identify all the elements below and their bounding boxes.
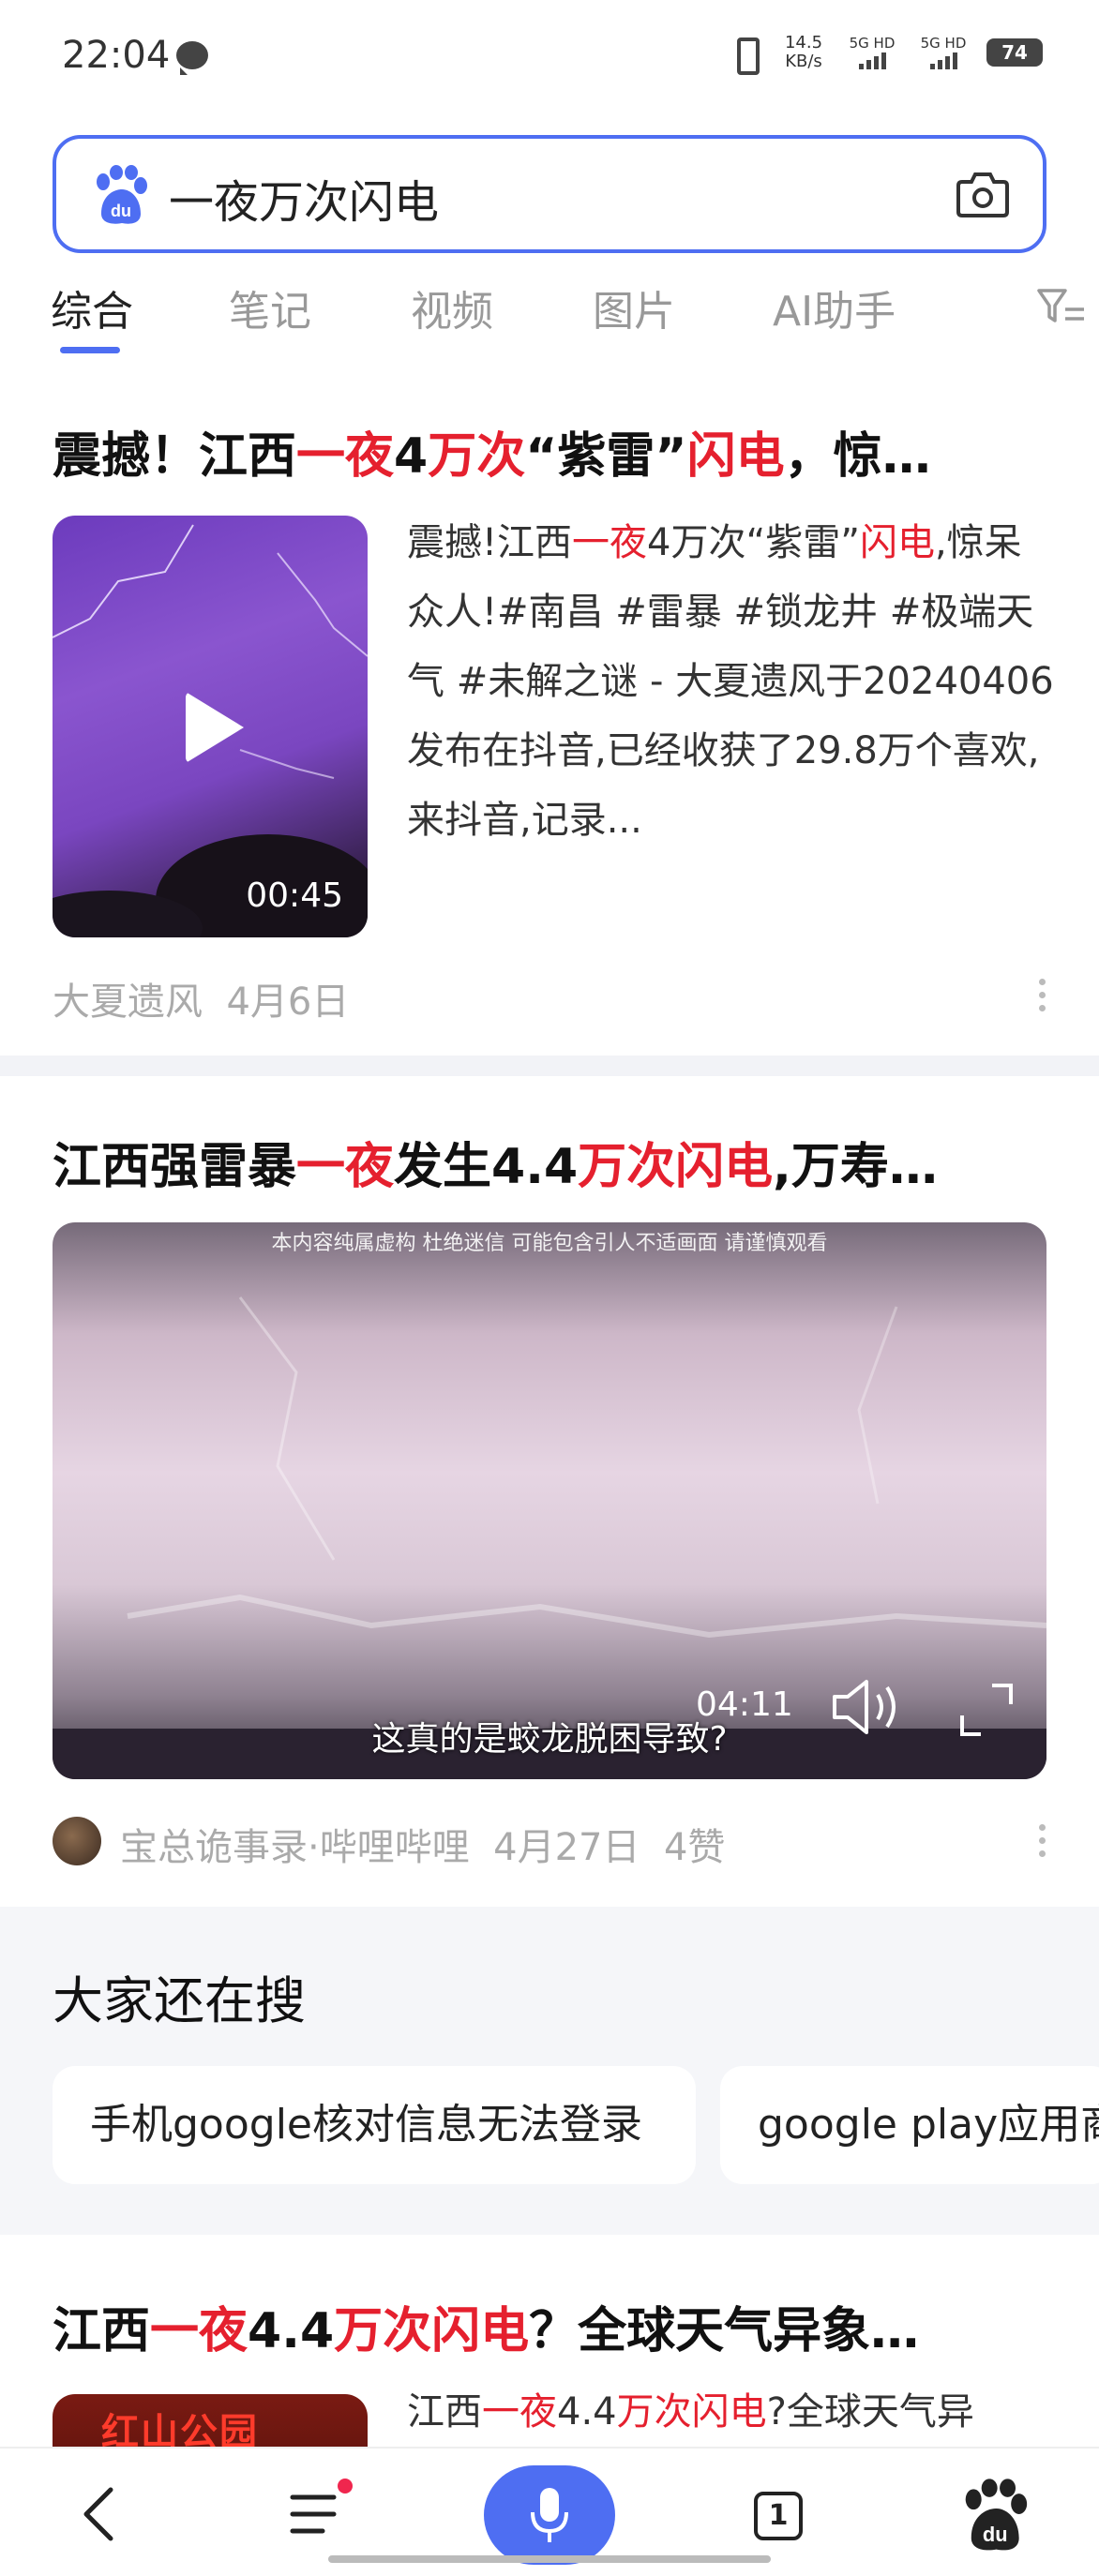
result-title[interactable]: 江西一夜4.4万次闪电？全球天气异象…	[53, 2291, 919, 2361]
network-speed-unit: KB/s	[785, 52, 822, 71]
battery-indicator: 74	[986, 38, 1043, 67]
tab-images[interactable]: 图片	[593, 277, 675, 337]
result-title-highlight: 一夜	[296, 428, 395, 485]
status-indicators: 14.5 KB/s 5G HD 5G HD 74	[726, 34, 1043, 75]
result-title-text: 4.4	[248, 2303, 335, 2359]
active-tab-indicator	[60, 347, 120, 353]
signal-1-label: 5G HD	[849, 35, 896, 52]
back-icon[interactable]	[64, 2477, 139, 2552]
result-title-text: 江西	[53, 2303, 151, 2359]
search-result-1[interactable]: 震撼！江西一夜4万次“紫雷”闪电，惊… 00:45 震撼!江西一夜4万次“紫雷”…	[0, 394, 1099, 1050]
status-bar: 22:04 14.5 KB/s 5G HD 5G HD 74	[0, 0, 1099, 112]
play-icon[interactable]	[186, 692, 244, 763]
snippet-text: 江西	[407, 2390, 482, 2434]
snippet-text: 4万次“紫雷”	[647, 521, 860, 564]
snippet-highlight: 万次闪电	[616, 2390, 767, 2434]
result-title-highlight: 一夜	[150, 2303, 248, 2359]
signal-2-label: 5G HD	[920, 35, 967, 52]
result-title-highlight: 闪电	[686, 428, 785, 485]
search-tabs: 综合 笔记 视频 图片 AI助手	[0, 277, 1099, 362]
snippet-text: 震撼!江西	[407, 521, 573, 564]
signal-2: 5G HD	[915, 36, 971, 69]
section-divider	[0, 1056, 1099, 1076]
related-search-chip[interactable]: 手机google核对信息无法登录	[53, 2066, 696, 2184]
baidu-paw-icon: du	[97, 165, 147, 224]
chat-bubble-icon	[176, 41, 208, 75]
snippet-text: 4.4	[557, 2390, 617, 2434]
related-searches-title: 大家还在搜	[53, 1971, 306, 2030]
result-title-highlight: 万次	[428, 428, 526, 485]
related-searches: 大家还在搜 手机google核对信息无法登录 google play应用商	[0, 1907, 1099, 2235]
video-duration: 00:45	[246, 876, 343, 915]
result-title-highlight: 一夜	[296, 1139, 395, 1195]
home-indicator	[328, 2555, 771, 2563]
result-source: 宝总诡事录·哔哩哔哩	[120, 1826, 470, 1869]
result-title-text: ？全球天气异象…	[529, 2303, 920, 2359]
result-date: 4月27日	[493, 1826, 640, 1869]
result-snippet: 江西一夜4.4万次闪电?全球天气异	[407, 2377, 1054, 2447]
tab-videos[interactable]: 视频	[411, 277, 493, 337]
result-title-text: 4	[394, 428, 429, 485]
tab-all[interactable]: 综合	[51, 277, 133, 337]
more-options-icon[interactable]	[1039, 1824, 1046, 1864]
search-box[interactable]: du 一夜万次闪电	[53, 135, 1046, 253]
vibrate-icon	[726, 34, 763, 75]
result-title-highlight: 万次闪电	[334, 2303, 530, 2359]
more-options-icon[interactable]	[1039, 979, 1046, 1018]
avatar	[53, 1817, 101, 1865]
fullscreen-icon[interactable]	[958, 1682, 1015, 1738]
related-search-chip[interactable]: google play应用商	[720, 2066, 1099, 2184]
result-title[interactable]: 震撼！江西一夜4万次“紫雷”闪电，惊…	[53, 416, 931, 487]
tab-ai-assistant[interactable]: AI助手	[773, 277, 896, 337]
result-title-text: ,万寿…	[773, 1139, 938, 1195]
result-title-text: “紫雷”	[525, 428, 687, 485]
result-likes: 4赞	[663, 1826, 726, 1869]
snippet-highlight: 一夜	[482, 2390, 557, 2434]
result-source: 大夏遗风	[53, 981, 203, 1024]
result-title-text: 发生4.4	[394, 1139, 579, 1195]
microphone-icon	[531, 2488, 568, 2542]
status-time: 22:04	[62, 34, 171, 77]
snippet-text: ,惊呆众人!#南昌 #雷暴 #锁龙井 #极端天气 #未解之谜 - 大夏遗风于20…	[407, 521, 1054, 842]
volume-icon[interactable]	[831, 1676, 906, 1738]
tab-notes[interactable]: 笔记	[229, 277, 311, 337]
svg-text:du: du	[111, 202, 131, 220]
snippet-text: ?全球天气异	[766, 2390, 974, 2434]
result-snippet: 震撼!江西一夜4万次“紫雷”闪电,惊呆众人!#南昌 #雷暴 #锁龙井 #极端天气…	[407, 508, 1054, 855]
video-duration: 04:11	[696, 1685, 793, 1724]
result-meta: 大夏遗风 4月6日	[53, 971, 349, 1026]
tabs-button[interactable]: 1	[741, 2477, 816, 2552]
filter-icon[interactable]	[1037, 287, 1086, 326]
video-thumbnail[interactable]: 00:45	[53, 516, 368, 937]
result-title-text: ，惊…	[784, 428, 931, 485]
video-player[interactable]: 本内容纯属虚构 杜绝迷信 可能包含引人不适画面 请谨慎观看 这真的是蛟龙脱困导致…	[53, 1222, 1046, 1779]
signal-bars-icon	[915, 51, 971, 69]
network-speed: 14.5 KB/s	[778, 34, 829, 71]
video-disclaimer: 本内容纯属虚构 杜绝迷信 可能包含引人不适画面 请谨慎观看	[271, 1232, 828, 1255]
search-input[interactable]: 一夜万次闪电	[169, 165, 439, 231]
snippet-highlight: 一夜	[572, 521, 648, 564]
snippet-highlight: 闪电	[859, 521, 935, 564]
signal-bars-icon	[844, 51, 900, 69]
result-title-text: 震撼！江西	[53, 428, 297, 485]
result-title-highlight: 万次闪电	[578, 1139, 774, 1195]
result-title-text: 江西强雷暴	[53, 1139, 297, 1195]
network-speed-value: 14.5	[784, 33, 823, 52]
signal-1: 5G HD	[844, 36, 900, 69]
voice-search-button[interactable]	[484, 2465, 615, 2565]
camera-icon[interactable]	[956, 171, 1009, 217]
menu-button[interactable]	[279, 2477, 354, 2552]
result-title[interactable]: 江西强雷暴一夜发生4.4万次闪电,万寿…	[53, 1127, 938, 1197]
baidu-home-icon[interactable]: du	[956, 2477, 1031, 2552]
svg-text:du: du	[983, 2523, 1008, 2546]
result-date: 4月6日	[226, 981, 350, 1024]
notification-dot	[338, 2479, 353, 2494]
result-meta: 宝总诡事录·哔哩哔哩 4月27日 4赞	[120, 1817, 725, 1871]
tab-count: 1	[754, 2492, 803, 2540]
